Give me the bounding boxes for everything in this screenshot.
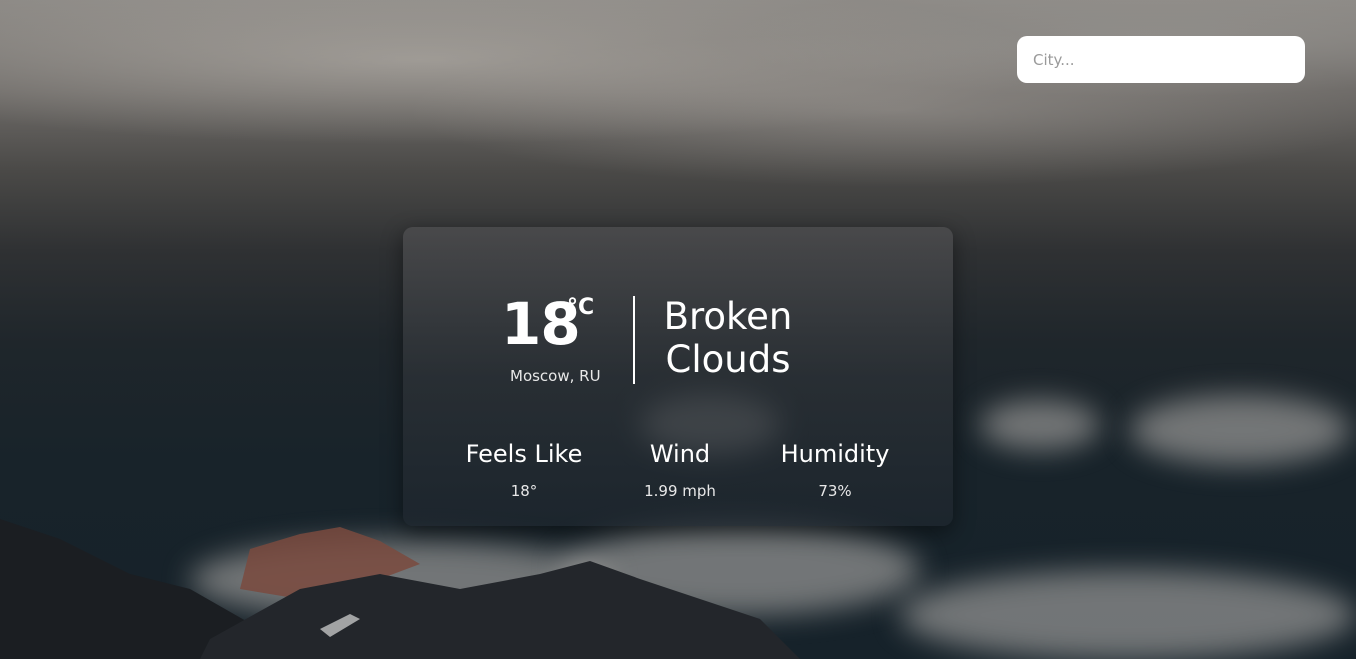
stat-humidity: Humidity 73% [765,439,905,501]
stat-wind: Wind 1.99 mph [625,439,735,501]
stat-label: Feels Like [465,440,583,468]
weather-condition: Broken Clouds [653,295,803,381]
condition-line: Clouds [665,338,791,381]
stat-feels-like: Feels Like 18° [453,439,595,501]
stat-value: 73% [818,482,852,500]
location-label: Moscow, RU [510,367,601,385]
city-search-input[interactable] [1017,36,1305,83]
stat-value: 1.99 mph [644,482,716,500]
weather-card: 18 °C Moscow, RU Broken Clouds Feels Lik… [403,227,953,526]
stat-label: Wind [649,440,711,468]
stat-label: Humidity [780,440,890,468]
stat-value: 18° [510,482,538,500]
condition-line: Broken [663,295,793,338]
weather-app: 18 °C Moscow, RU Broken Clouds Feels Lik… [0,0,1356,659]
background-cloud [980,400,1100,450]
vertical-divider [633,296,635,384]
background-cloud [1130,395,1350,465]
mountain-silhouette [0,519,800,659]
temperature-unit: °C [567,295,595,320]
